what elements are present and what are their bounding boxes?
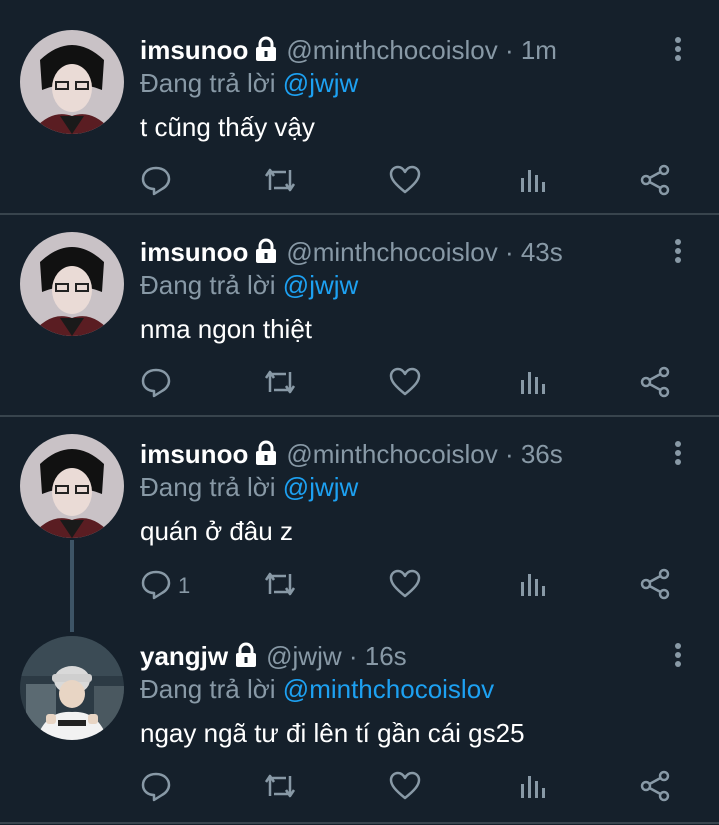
lock-icon	[254, 238, 278, 270]
analytics-icon	[516, 568, 548, 605]
tweet-text: quán ở đâu z	[140, 516, 293, 546]
analytics-button[interactable]	[516, 768, 548, 808]
reply-icon	[140, 568, 172, 605]
more-vertical-icon[interactable]	[670, 237, 686, 267]
retweet-button[interactable]	[262, 364, 298, 404]
share-button[interactable]	[638, 162, 672, 202]
analytics-icon	[516, 770, 548, 807]
author-handle[interactable]: @minthchocoislov	[286, 237, 497, 267]
reply-button[interactable]	[140, 364, 178, 404]
timestamp[interactable]: · 16s	[349, 641, 407, 671]
retweet-icon	[262, 164, 298, 201]
analytics-button[interactable]	[516, 364, 548, 404]
retweet-button[interactable]	[262, 768, 298, 808]
like-button[interactable]	[388, 364, 422, 404]
reply-icon	[140, 770, 172, 807]
reply-count: 1	[178, 573, 191, 598]
avatar[interactable]	[20, 434, 124, 538]
author-name[interactable]: imsunoo	[140, 439, 248, 469]
replying-to: Đang trả lời @jwjw	[140, 270, 358, 300]
like-button[interactable]	[388, 768, 422, 808]
heart-icon	[388, 770, 422, 807]
heart-icon	[388, 366, 422, 403]
timestamp[interactable]: · 1m	[505, 35, 557, 65]
action-bar: 1	[130, 566, 710, 606]
mention-link[interactable]: @jwjw	[283, 270, 359, 300]
heart-icon	[388, 164, 422, 201]
author-name[interactable]: yangjw	[140, 641, 228, 671]
retweet-icon	[262, 770, 298, 807]
timestamp[interactable]: · 43s	[505, 237, 563, 267]
avatar[interactable]	[20, 636, 124, 740]
divider	[0, 822, 719, 824]
lock-icon	[234, 642, 258, 674]
mention-link[interactable]: @minthchocoislov	[283, 674, 494, 704]
reply-button[interactable]	[140, 162, 178, 202]
mention-link[interactable]: @jwjw	[283, 68, 359, 98]
more-vertical-icon[interactable]	[670, 439, 686, 469]
reply-icon	[140, 366, 172, 403]
tweet-text: ngay ngã tư đi lên tí gần cái gs25	[140, 718, 525, 748]
share-icon	[638, 770, 672, 807]
action-bar	[130, 162, 710, 202]
tweet-2[interactable]: imsunoo @minthchocoislov · 43s Đang trả l…	[0, 215, 719, 415]
lock-icon	[254, 440, 278, 472]
analytics-icon	[516, 366, 548, 403]
retweet-button[interactable]	[262, 566, 298, 606]
author-handle[interactable]: @jwjw	[266, 641, 342, 671]
tweet-4[interactable]: yangjw @jwjw · 16s Đang trả lời @minthcho…	[0, 619, 719, 825]
action-bar	[130, 768, 710, 808]
timestamp[interactable]: · 36s	[505, 439, 563, 469]
heart-icon	[388, 568, 422, 605]
analytics-button[interactable]	[516, 162, 548, 202]
author-name[interactable]: imsunoo	[140, 35, 248, 65]
action-bar	[130, 364, 710, 404]
reply-icon	[140, 164, 172, 201]
share-button[interactable]	[638, 566, 672, 606]
tweet-1[interactable]: imsunoo @minthchocoislov · 1m Đang trả lờ…	[0, 0, 719, 213]
author-name[interactable]: imsunoo	[140, 237, 248, 267]
mention-link[interactable]: @jwjw	[283, 472, 359, 502]
lock-icon	[254, 36, 278, 68]
avatar[interactable]	[20, 232, 124, 336]
share-icon	[638, 568, 672, 605]
reply-prefix: Đang trả lời	[140, 68, 276, 98]
like-button[interactable]	[388, 566, 422, 606]
share-button[interactable]	[638, 768, 672, 808]
more-vertical-icon[interactable]	[670, 35, 686, 65]
reply-prefix: Đang trả lời	[140, 270, 276, 300]
reply-button[interactable]: 1	[140, 566, 190, 606]
author-handle[interactable]: @minthchocoislov	[286, 35, 497, 65]
author-handle[interactable]: @minthchocoislov	[286, 439, 497, 469]
retweet-icon	[262, 568, 298, 605]
more-vertical-icon[interactable]	[670, 641, 686, 671]
analytics-button[interactable]	[516, 566, 548, 606]
retweet-button[interactable]	[262, 162, 298, 202]
like-button[interactable]	[388, 162, 422, 202]
replying-to: Đang trả lời @jwjw	[140, 472, 358, 502]
replying-to: Đang trả lời @minthchocoislov	[140, 674, 494, 704]
replying-to: Đang trả lời @jwjw	[140, 68, 358, 98]
avatar[interactable]	[20, 30, 124, 134]
share-button[interactable]	[638, 364, 672, 404]
tweet-text: t cũng thấy vậy	[140, 112, 315, 142]
reply-button[interactable]	[140, 768, 178, 808]
analytics-icon	[516, 164, 548, 201]
retweet-icon	[262, 366, 298, 403]
reply-prefix: Đang trả lời	[140, 674, 276, 704]
reply-prefix: Đang trả lời	[140, 472, 276, 502]
tweet-text: nma ngon thiệt	[140, 314, 313, 344]
share-icon	[638, 366, 672, 403]
tweet-3[interactable]: imsunoo @minthchocoislov · 36s Đang trả l…	[0, 417, 719, 617]
share-icon	[638, 164, 672, 201]
